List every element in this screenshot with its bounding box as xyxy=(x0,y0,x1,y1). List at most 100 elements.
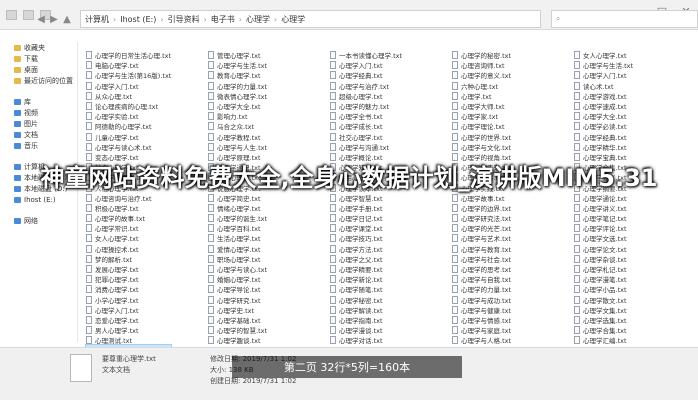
file-item[interactable]: 心理学与艺术.txt xyxy=(452,233,511,243)
file-item[interactable]: 心理学大师.txt xyxy=(452,101,511,111)
file-item[interactable]: 心理学文选.txt xyxy=(574,233,633,243)
nav-item-favorites[interactable]: 收藏夹 xyxy=(0,42,77,53)
nav-item-videos[interactable]: 视频 xyxy=(0,107,77,118)
nav-item-libraries[interactable]: 库 xyxy=(0,96,77,107)
file-item[interactable]: 从众心理.txt xyxy=(86,91,171,101)
file-item[interactable]: 生活心理学.txt xyxy=(208,233,267,243)
file-item[interactable]: 心理学笔记.txt xyxy=(574,213,633,223)
file-item[interactable]: 心理学技巧.txt xyxy=(330,233,402,243)
file-item[interactable]: 心理学方法.txt xyxy=(330,244,402,254)
file-item[interactable]: 心理测试.txt xyxy=(86,335,171,345)
file-item[interactable]: 心理学指南.txt xyxy=(330,315,402,325)
file-item[interactable]: 心理学大全.txt xyxy=(574,111,633,121)
file-item[interactable]: 心理学与人生.txt xyxy=(208,142,267,152)
file-item[interactable]: 心理学大全.txt xyxy=(208,101,267,111)
file-item[interactable]: 心理学日记.txt xyxy=(330,213,402,223)
back-arrow-icon[interactable]: ◀ xyxy=(36,14,46,25)
file-item[interactable]: 心理操控术.txt xyxy=(86,244,171,254)
file-item[interactable]: 心理学与自我.txt xyxy=(452,274,511,284)
file-item[interactable]: 心理学对话.txt xyxy=(330,335,402,345)
file-item[interactable]: 心理学必读.txt xyxy=(574,121,633,131)
file-item[interactable]: 犯罪心理学.txt xyxy=(86,274,171,284)
file-item[interactable]: 心理学秘密.txt xyxy=(330,295,402,305)
file-item[interactable]: 六种心理.txt xyxy=(452,81,511,91)
file-item[interactable]: 微表情心理学.txt xyxy=(208,91,267,101)
file-item[interactable]: 心理学与生活.txt xyxy=(574,60,633,70)
breadcrumb-item[interactable]: 引导资料 xyxy=(168,14,200,25)
file-item[interactable]: 心理学与生活.txt xyxy=(208,60,267,70)
file-item[interactable]: 教育心理学.txt xyxy=(208,70,267,80)
file-item[interactable]: 情绪心理学.txt xyxy=(208,203,267,213)
file-item[interactable]: 心理学随笔.txt xyxy=(330,284,402,294)
search-input[interactable]: ⌕ xyxy=(550,10,698,28)
file-item[interactable]: 心理学家.txt xyxy=(452,111,511,121)
file-item[interactable]: 读心术.txt xyxy=(574,81,633,91)
file-item[interactable]: 心理学与家庭.txt xyxy=(452,325,511,335)
file-item[interactable]: 心理学与沟通.txt xyxy=(330,142,402,152)
nav-item-pictures[interactable]: 图片 xyxy=(0,118,77,129)
file-item[interactable]: 心理学的智慧.txt xyxy=(208,325,267,335)
file-item[interactable]: 心理学的秘密.txt xyxy=(452,50,511,60)
file-item[interactable]: 男人心理学.txt xyxy=(86,325,171,335)
file-item[interactable]: 心理学的意义.txt xyxy=(452,70,511,80)
file-item[interactable]: 心理学与读心术.txt xyxy=(86,142,171,152)
file-item[interactable]: 心理学入门.txt xyxy=(574,70,633,80)
file-item[interactable]: 心理学小品.txt xyxy=(574,284,633,294)
file-item[interactable]: 心理学与文化.txt xyxy=(452,142,511,152)
file-item[interactable]: 心理学新论.txt xyxy=(330,274,402,284)
file-item[interactable]: 心理学的光芒.txt xyxy=(452,223,511,233)
file-item[interactable]: 心理学研究法.txt xyxy=(452,213,511,223)
breadcrumb-item[interactable]: 心理学 xyxy=(246,14,270,25)
file-item[interactable]: 心理学的思考.txt xyxy=(452,264,511,274)
file-item[interactable]: 心理学的边界.txt xyxy=(452,203,511,213)
file-item[interactable]: 发展心理学.txt xyxy=(86,264,171,274)
file-item[interactable]: 心理学与读心.txt xyxy=(208,264,267,274)
file-item[interactable]: 心理学与人格.txt xyxy=(452,335,511,345)
file-item[interactable]: 心理学汇编.txt xyxy=(574,335,633,345)
file-item[interactable]: 小学心理学.txt xyxy=(86,295,171,305)
file-item[interactable]: 心理学札记.txt xyxy=(574,264,633,274)
breadcrumb-item[interactable]: Ihost (E:) xyxy=(120,15,156,24)
file-item[interactable]: 心理学入门.txt xyxy=(86,305,171,315)
file-item[interactable]: 一本书读懂心理学.txt xyxy=(330,50,402,60)
file-item[interactable]: 心理学的世界.txt xyxy=(452,132,511,142)
file-item[interactable]: 社交心理学.txt xyxy=(330,132,402,142)
file-item[interactable]: 心理学趣谈.txt xyxy=(208,335,267,345)
file-item[interactable]: 心理学百科.txt xyxy=(208,223,267,233)
file-item[interactable]: 心理学与生活(第16版).txt xyxy=(86,70,171,80)
file-item[interactable]: 心理学与社会.txt xyxy=(452,254,511,264)
file-item[interactable]: 论心理疾病的心理.txt xyxy=(86,101,171,111)
file-item[interactable]: 心理学的力量.txt xyxy=(452,284,511,294)
file-item[interactable]: 爱情心理学.txt xyxy=(208,244,267,254)
file-item[interactable]: 心理学入门.txt xyxy=(86,81,171,91)
file-item[interactable]: 心理学漫笔.txt xyxy=(574,274,633,284)
file-item[interactable]: 消费心理学.txt xyxy=(86,284,171,294)
breadcrumb-item[interactable]: 心理学 xyxy=(281,14,305,25)
nav-item-downloads[interactable]: 下载 xyxy=(0,53,77,64)
nav-item-desktop[interactable]: 桌面 xyxy=(0,64,77,75)
file-item[interactable]: 心理学游戏.txt xyxy=(574,91,633,101)
file-item[interactable]: 心理学与教育.txt xyxy=(452,244,511,254)
file-item[interactable]: 管理心理学.txt xyxy=(208,50,267,60)
file-item[interactable]: 心理学的诞生.txt xyxy=(208,213,267,223)
file-item[interactable]: 超级心理学.txt xyxy=(330,91,402,101)
file-item[interactable]: 乌合之众.txt xyxy=(208,121,267,131)
file-item[interactable]: 心理学解读.txt xyxy=(330,305,402,315)
file-item[interactable]: 阿德勒的心理学.txt xyxy=(86,121,171,131)
file-item[interactable]: 心理学杂谈.txt xyxy=(574,254,633,264)
breadcrumb[interactable]: 计算机 › Ihost (E:) › 引导资料 › 电子书 › 心理学 › 心理学 xyxy=(80,10,541,28)
nav-item-recent[interactable]: 最近访问的位置 xyxy=(0,75,77,86)
file-item[interactable]: 儿童心理学.txt xyxy=(86,132,171,142)
file-item[interactable]: 女人心理学.txt xyxy=(574,50,633,60)
file-item[interactable]: 心理学散文.txt xyxy=(574,295,633,305)
file-item[interactable]: 心理学的魅力.txt xyxy=(330,101,402,111)
file-item[interactable]: 心理学基础.txt xyxy=(208,315,267,325)
file-item[interactable]: 心理学常识.txt xyxy=(86,223,171,233)
file-item[interactable]: 心理学手册.txt xyxy=(330,203,402,213)
file-item[interactable]: 心理学的日常生活心理.txt xyxy=(86,50,171,60)
file-item[interactable]: 心理学全书.txt xyxy=(330,111,402,121)
breadcrumb-item[interactable]: 电子书 xyxy=(211,14,235,25)
file-item[interactable]: 心理学与健康.txt xyxy=(452,305,511,315)
file-item[interactable]: 心理咨询师.txt xyxy=(452,60,511,70)
file-item[interactable]: 心理学与成功.txt xyxy=(452,295,511,305)
